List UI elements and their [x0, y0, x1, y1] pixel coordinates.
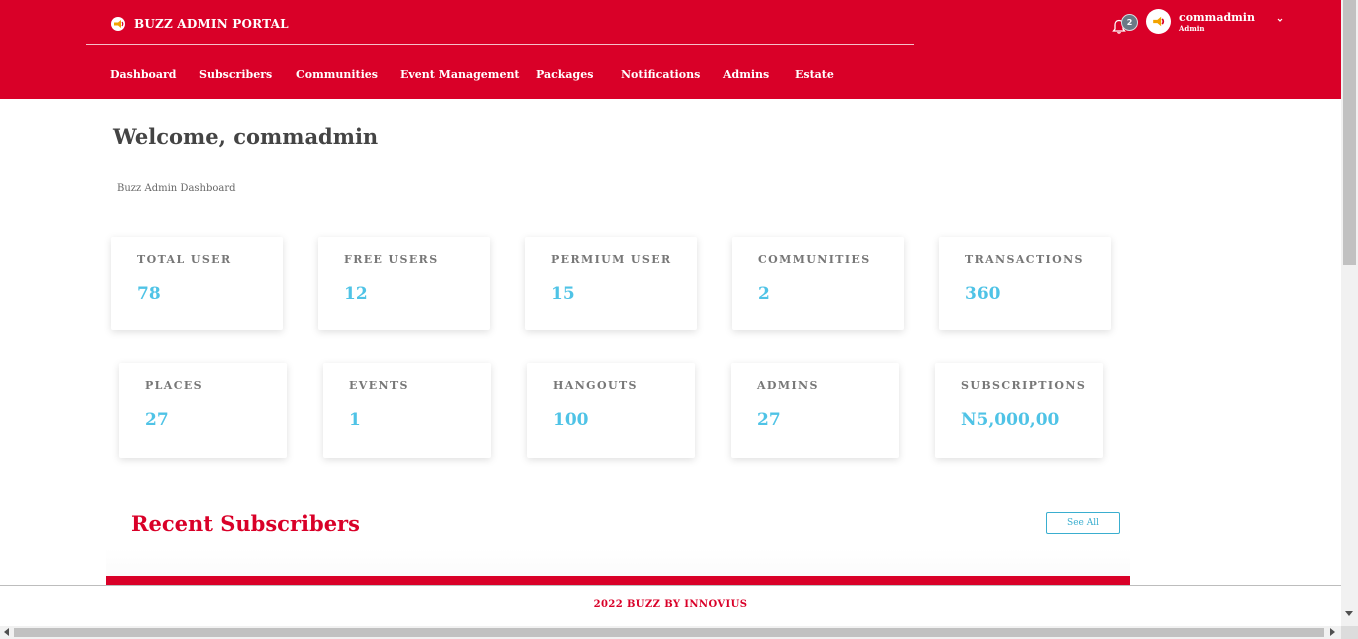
- stat-value: 360: [965, 284, 1001, 304]
- stat-value: 2: [758, 284, 770, 304]
- stat-label: FREE USERS: [344, 253, 439, 266]
- notification-count-badge: 2: [1121, 14, 1138, 31]
- stat-value: 78: [137, 284, 161, 304]
- horizontal-scroll-thumb[interactable]: [14, 628, 1324, 637]
- stat-label: TRANSACTIONS: [965, 253, 1084, 266]
- footer: 2022 BUZZ BY INNOVIUS: [0, 585, 1341, 626]
- avatar[interactable]: [1146, 9, 1171, 34]
- stat-value: 27: [145, 410, 169, 430]
- footer-text: 2022 BUZZ BY INNOVIUS: [593, 599, 748, 610]
- scrollbar-corner: [1341, 626, 1358, 639]
- brand-title: BUZZ ADMIN PORTAL: [134, 17, 289, 31]
- stat-label: HANGOUTS: [553, 379, 638, 392]
- stat-card-events: EVENTS 1: [323, 363, 491, 458]
- stat-label: EVENTS: [349, 379, 409, 392]
- main-nav: Dashboard Subscribers Communities Event …: [0, 62, 1341, 88]
- see-all-button[interactable]: See All: [1046, 512, 1120, 534]
- stat-value: 1: [349, 410, 361, 430]
- scroll-left-arrow-icon[interactable]: [4, 628, 9, 636]
- stat-value: 12: [344, 284, 368, 304]
- megaphone-icon: [110, 16, 126, 32]
- top-header: BUZZ ADMIN PORTAL 2 commadmin Admin Dash…: [0, 0, 1341, 99]
- scroll-down-arrow-icon[interactable]: [1345, 611, 1353, 616]
- nav-item-admins[interactable]: Admins: [723, 68, 769, 81]
- header-divider: [86, 44, 914, 45]
- stat-value: 27: [757, 410, 781, 430]
- stat-label: COMMUNITIES: [758, 253, 871, 266]
- stat-value: N5,000,00: [961, 410, 1060, 430]
- stat-card-places: PLACES 27: [119, 363, 287, 458]
- stat-card-subscriptions: SUBSCRIPTIONS N5,000,00: [935, 363, 1103, 458]
- notifications-button[interactable]: 2: [1110, 14, 1140, 38]
- stat-label: SUBSCRIPTIONS: [961, 379, 1087, 392]
- scroll-right-arrow-icon[interactable]: [1330, 628, 1335, 636]
- nav-item-subscribers[interactable]: Subscribers: [199, 68, 272, 81]
- nav-item-dashboard[interactable]: Dashboard: [110, 68, 177, 81]
- vertical-scroll-thumb[interactable]: [1343, 0, 1356, 265]
- stat-card-transactions: TRANSACTIONS 360: [939, 237, 1111, 330]
- megaphone-icon: [1153, 16, 1165, 27]
- stat-value: 15: [551, 284, 575, 304]
- stat-value: 100: [553, 410, 589, 430]
- stat-card-communities: COMMUNITIES 2: [732, 237, 904, 330]
- stat-card-free-users: FREE USERS 12: [318, 237, 490, 330]
- page-title: Welcome, commadmin: [113, 124, 379, 149]
- stat-card-premium-user: PERMIUM USER 15: [525, 237, 697, 330]
- nav-item-communities[interactable]: Communities: [296, 68, 378, 81]
- stat-label: TOTAL USER: [137, 253, 232, 266]
- stat-label: PERMIUM USER: [551, 253, 672, 266]
- stat-label: PLACES: [145, 379, 204, 392]
- user-role: Admin: [1179, 24, 1205, 33]
- nav-item-estate[interactable]: Estate: [795, 68, 834, 81]
- nav-item-event-management[interactable]: Event Management: [400, 68, 520, 81]
- stat-card-hangouts: HANGOUTS 100: [527, 363, 695, 458]
- stat-label: ADMINS: [757, 379, 819, 392]
- nav-item-packages[interactable]: Packages: [536, 68, 593, 81]
- brand[interactable]: BUZZ ADMIN PORTAL: [110, 15, 289, 33]
- page-subtitle: Buzz Admin Dashboard: [117, 183, 236, 194]
- user-name[interactable]: commadmin: [1179, 11, 1255, 24]
- stat-card-total-user: TOTAL USER 78: [111, 237, 283, 330]
- nav-item-notifications[interactable]: Notifications: [621, 68, 700, 81]
- chevron-down-icon[interactable]: [1275, 15, 1285, 25]
- stat-card-admins: ADMINS 27: [731, 363, 899, 458]
- recent-subscribers-title: Recent Subscribers: [131, 511, 360, 536]
- page: BUZZ ADMIN PORTAL 2 commadmin Admin Dash…: [0, 0, 1341, 626]
